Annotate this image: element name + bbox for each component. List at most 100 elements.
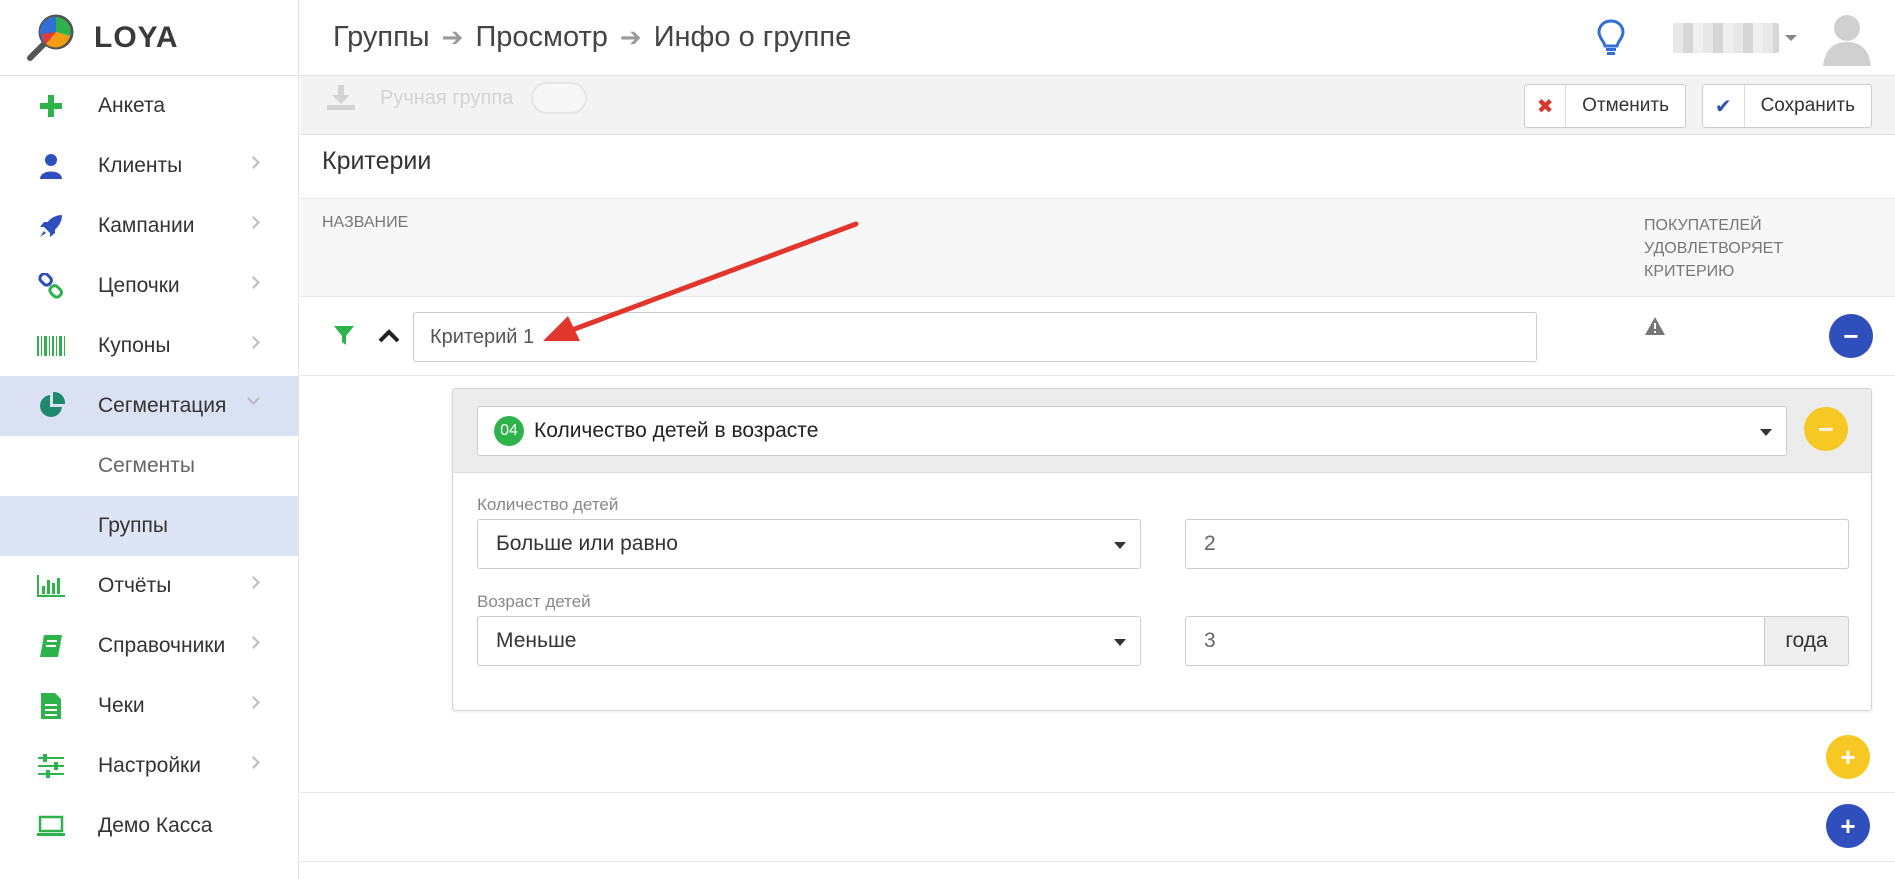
chevron-right-icon bbox=[247, 216, 260, 229]
caret-down-icon bbox=[1114, 639, 1126, 646]
children-age-input[interactable]: 3 bbox=[1185, 616, 1765, 666]
download-icon bbox=[327, 85, 355, 110]
add-condition-button[interactable]: + bbox=[1826, 735, 1870, 779]
sidebar-item-label: Цепочки bbox=[98, 274, 180, 297]
children-age-label: Возраст детей bbox=[477, 592, 591, 611]
manual-group-control: Ручная группа bbox=[326, 82, 588, 114]
sidebar-item-label: Отчёты bbox=[98, 574, 172, 597]
pie-chart-icon bbox=[36, 391, 66, 421]
arrow-right-icon: ➔ bbox=[619, 22, 642, 52]
sidebar-item-label: Сегментация bbox=[98, 394, 227, 417]
sidebar-item-label: Купоны bbox=[98, 334, 171, 357]
save-button-label: Сохранить bbox=[1760, 95, 1855, 116]
chevron-right-icon bbox=[247, 756, 260, 769]
caret-down-icon bbox=[1114, 542, 1126, 549]
chain-icon bbox=[36, 271, 66, 301]
chevron-right-icon bbox=[247, 276, 260, 289]
sidebar-item-label: Чеки bbox=[98, 694, 145, 717]
breadcrumb-group-info: Инфо о группе bbox=[653, 21, 852, 53]
laptop-icon bbox=[36, 811, 66, 841]
sidebar-item-coupons[interactable]: Купоны bbox=[0, 316, 298, 376]
lightbulb-icon[interactable] bbox=[1597, 18, 1625, 58]
filter-icon[interactable] bbox=[334, 326, 354, 346]
criterion-name-input[interactable] bbox=[413, 312, 1537, 362]
sidebar-item-questionnaire[interactable]: Анкета bbox=[0, 76, 298, 136]
children-count-label: Количество детей bbox=[477, 495, 619, 514]
sidebar-item-segmentation[interactable]: Сегментация bbox=[0, 376, 298, 436]
chevron-right-icon bbox=[247, 696, 260, 709]
barcode-icon bbox=[36, 331, 66, 361]
children-count-operator-select[interactable]: Больше или равно bbox=[477, 519, 1141, 569]
remove-condition-button[interactable]: − bbox=[1804, 407, 1848, 451]
sidebar-item-label: Анкета bbox=[98, 94, 166, 117]
sidebar-item-label: Кампании bbox=[98, 214, 195, 237]
sidebar-item-clients[interactable]: Клиенты bbox=[0, 136, 298, 196]
user-icon bbox=[36, 151, 66, 181]
cancel-button-label: Отменить bbox=[1582, 95, 1669, 116]
sidebar-item-directories[interactable]: Справочники bbox=[0, 616, 298, 676]
receipt-icon bbox=[36, 691, 66, 721]
manual-group-toggle[interactable] bbox=[531, 82, 588, 114]
logo-magnifier-icon bbox=[27, 14, 74, 61]
sidebar-item-demo-cashbox[interactable]: Демо Касса bbox=[0, 796, 298, 856]
caret-down-icon bbox=[1760, 429, 1772, 436]
condition-panel: 04 Количество детей в возрасте − Количес… bbox=[452, 388, 1872, 711]
logo-text: LOYA bbox=[94, 20, 179, 54]
sidebar-item-label: Демо Касса bbox=[98, 814, 213, 837]
top-bar: Группы ➔ Просмотр ➔ Инфо о группе bbox=[300, 0, 1895, 76]
criteria-table-header: НАЗВАНИЕ ПОКУПАТЕЛЕЙ УДОВЛЕТВОРЯЕТ КРИТЕ… bbox=[300, 199, 1895, 297]
arrow-right-icon: ➔ bbox=[441, 22, 464, 52]
children-age-operator-select[interactable]: Меньше bbox=[477, 616, 1141, 666]
criterion-row: − bbox=[300, 297, 1895, 376]
column-header-name: НАЗВАНИЕ bbox=[322, 214, 409, 231]
divider bbox=[300, 861, 1895, 862]
cancel-button[interactable]: ✖ Отменить bbox=[1524, 84, 1686, 128]
column-header-buyers-line: ПОКУПАТЕЛЕЙ bbox=[1644, 217, 1762, 234]
column-header-buyers: ПОКУПАТЕЛЕЙ УДОВЛЕТВОРЯЕТ КРИТЕРИЮ bbox=[1644, 214, 1783, 283]
breadcrumb-view[interactable]: Просмотр bbox=[475, 21, 607, 54]
children-count-input[interactable]: 2 bbox=[1185, 519, 1849, 569]
age-unit-addon: года bbox=[1765, 616, 1849, 666]
sidebar-subitem-groups[interactable]: Группы bbox=[0, 496, 298, 556]
plus-icon bbox=[36, 91, 66, 121]
chevron-up-icon[interactable] bbox=[378, 329, 400, 343]
sidebar: Анкета Клиенты Кампании Цепочки Купоны С… bbox=[0, 76, 299, 879]
manual-group-label: Ручная группа bbox=[380, 86, 514, 109]
user-name-blurred[interactable] bbox=[1673, 23, 1779, 53]
sidebar-item-label: Клиенты bbox=[98, 154, 183, 177]
criteria-title: Критерии bbox=[300, 135, 1895, 199]
chevron-down-icon[interactable] bbox=[1785, 35, 1797, 41]
condition-header: 04 Количество детей в возрасте − bbox=[453, 389, 1871, 473]
condition-number-badge: 04 bbox=[494, 416, 524, 446]
children-age-operator-value: Меньше bbox=[496, 629, 577, 652]
sidebar-item-campaigns[interactable]: Кампании bbox=[0, 196, 298, 256]
save-button[interactable]: ✔ Сохранить bbox=[1702, 84, 1872, 128]
sidebar-item-chains[interactable]: Цепочки bbox=[0, 256, 298, 316]
condition-type-select[interactable]: 04 Количество детей в возрасте bbox=[477, 406, 1787, 456]
sidebar-item-receipts[interactable]: Чеки bbox=[0, 676, 298, 736]
add-criterion-button[interactable]: + bbox=[1826, 804, 1870, 848]
column-header-buyers-line: УДОВЛЕТВОРЯЕТ bbox=[1644, 240, 1784, 257]
sidebar-item-label: Справочники bbox=[98, 634, 226, 657]
remove-criterion-button[interactable]: − bbox=[1829, 314, 1873, 358]
bar-chart-icon bbox=[36, 571, 66, 601]
warning-icon bbox=[1645, 317, 1665, 335]
sidebar-subitem-segments[interactable]: Сегменты bbox=[0, 436, 298, 496]
breadcrumb-groups[interactable]: Группы bbox=[333, 21, 430, 54]
chevron-right-icon bbox=[247, 156, 260, 169]
condition-type-value: Количество детей в возрасте bbox=[534, 419, 819, 442]
sliders-icon bbox=[36, 751, 66, 781]
toolbar: Ручная группа ✖ Отменить ✔ Сохранить bbox=[300, 76, 1895, 135]
avatar[interactable] bbox=[1821, 10, 1873, 66]
sidebar-item-settings[interactable]: Настройки bbox=[0, 736, 298, 796]
chevron-down-icon bbox=[247, 392, 260, 405]
chevron-right-icon bbox=[247, 336, 260, 349]
rocket-icon bbox=[36, 211, 66, 241]
book-icon bbox=[36, 631, 66, 661]
sidebar-item-reports[interactable]: Отчёты bbox=[0, 556, 298, 616]
sidebar-item-label: Настройки bbox=[98, 754, 201, 777]
divider bbox=[300, 792, 1895, 793]
chevron-right-icon bbox=[247, 636, 260, 649]
logo[interactable]: LOYA bbox=[0, 0, 299, 76]
close-icon: ✖ bbox=[1525, 85, 1567, 127]
